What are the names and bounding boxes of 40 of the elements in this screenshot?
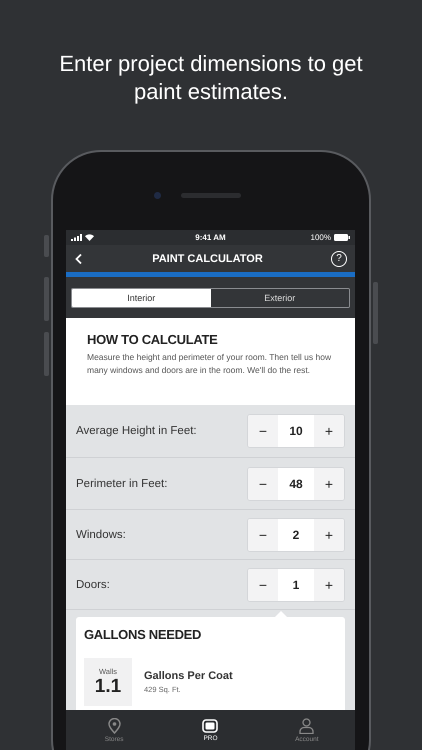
stepper-value: 2	[278, 518, 314, 550]
back-icon[interactable]	[74, 252, 84, 264]
decrement-button[interactable]: −	[248, 518, 278, 550]
screen-title: PAINT CALCULATOR	[151, 252, 264, 264]
increment-button[interactable]: +	[314, 518, 344, 550]
tile-value: 1.1	[94, 676, 122, 698]
field-label: Perimeter in Feet:	[76, 476, 168, 492]
field-label: Average Height in Feet:	[76, 424, 198, 439]
increment-button[interactable]: +	[314, 415, 344, 447]
stepper[interactable]: − 2 +	[247, 518, 345, 552]
speaker	[181, 193, 241, 198]
section-title: GALLONS NEEDED	[84, 627, 202, 642]
stepper-value: 48	[278, 468, 314, 500]
signal-icon	[71, 234, 82, 241]
person-icon	[299, 718, 314, 734]
screen-icon	[202, 718, 218, 732]
decrement-button[interactable]: −	[248, 568, 278, 600]
stepper[interactable]: − 48 +	[247, 466, 345, 500]
wifi-icon	[85, 234, 94, 241]
increment-button[interactable]: +	[314, 468, 344, 500]
status-time: 9:41 AM	[195, 233, 226, 242]
instructions-text: Measure the height and perimeter of your room. Then tell us how many windows and doors are in the room. We'll do the rest.	[87, 351, 332, 376]
section-title: HOW TO CALCULATE	[87, 332, 218, 347]
decrement-button[interactable]: −	[248, 468, 278, 500]
stepper-value: 1	[278, 568, 314, 600]
field-label: Windows:	[76, 528, 127, 542]
result-title: Gallons Per Coat	[144, 670, 233, 682]
field-label: Doors:	[76, 578, 111, 592]
stepper[interactable]: − 1 +	[247, 568, 345, 602]
battery-icon	[334, 234, 350, 241]
headline: Enter project dimensions to get paint estimates.	[58, 50, 364, 106]
segment-tab[interactable]: Interior	[72, 288, 210, 306]
battery-percent: 100%	[310, 233, 331, 242]
help-button[interactable]: ?	[331, 250, 347, 266]
stepper[interactable]: − 10 +	[247, 414, 345, 448]
location-pin-icon	[108, 718, 121, 734]
camera	[154, 192, 161, 199]
increment-button[interactable]: +	[314, 568, 344, 600]
stepper-value: 10	[278, 415, 314, 447]
decrement-button[interactable]: −	[248, 415, 278, 447]
